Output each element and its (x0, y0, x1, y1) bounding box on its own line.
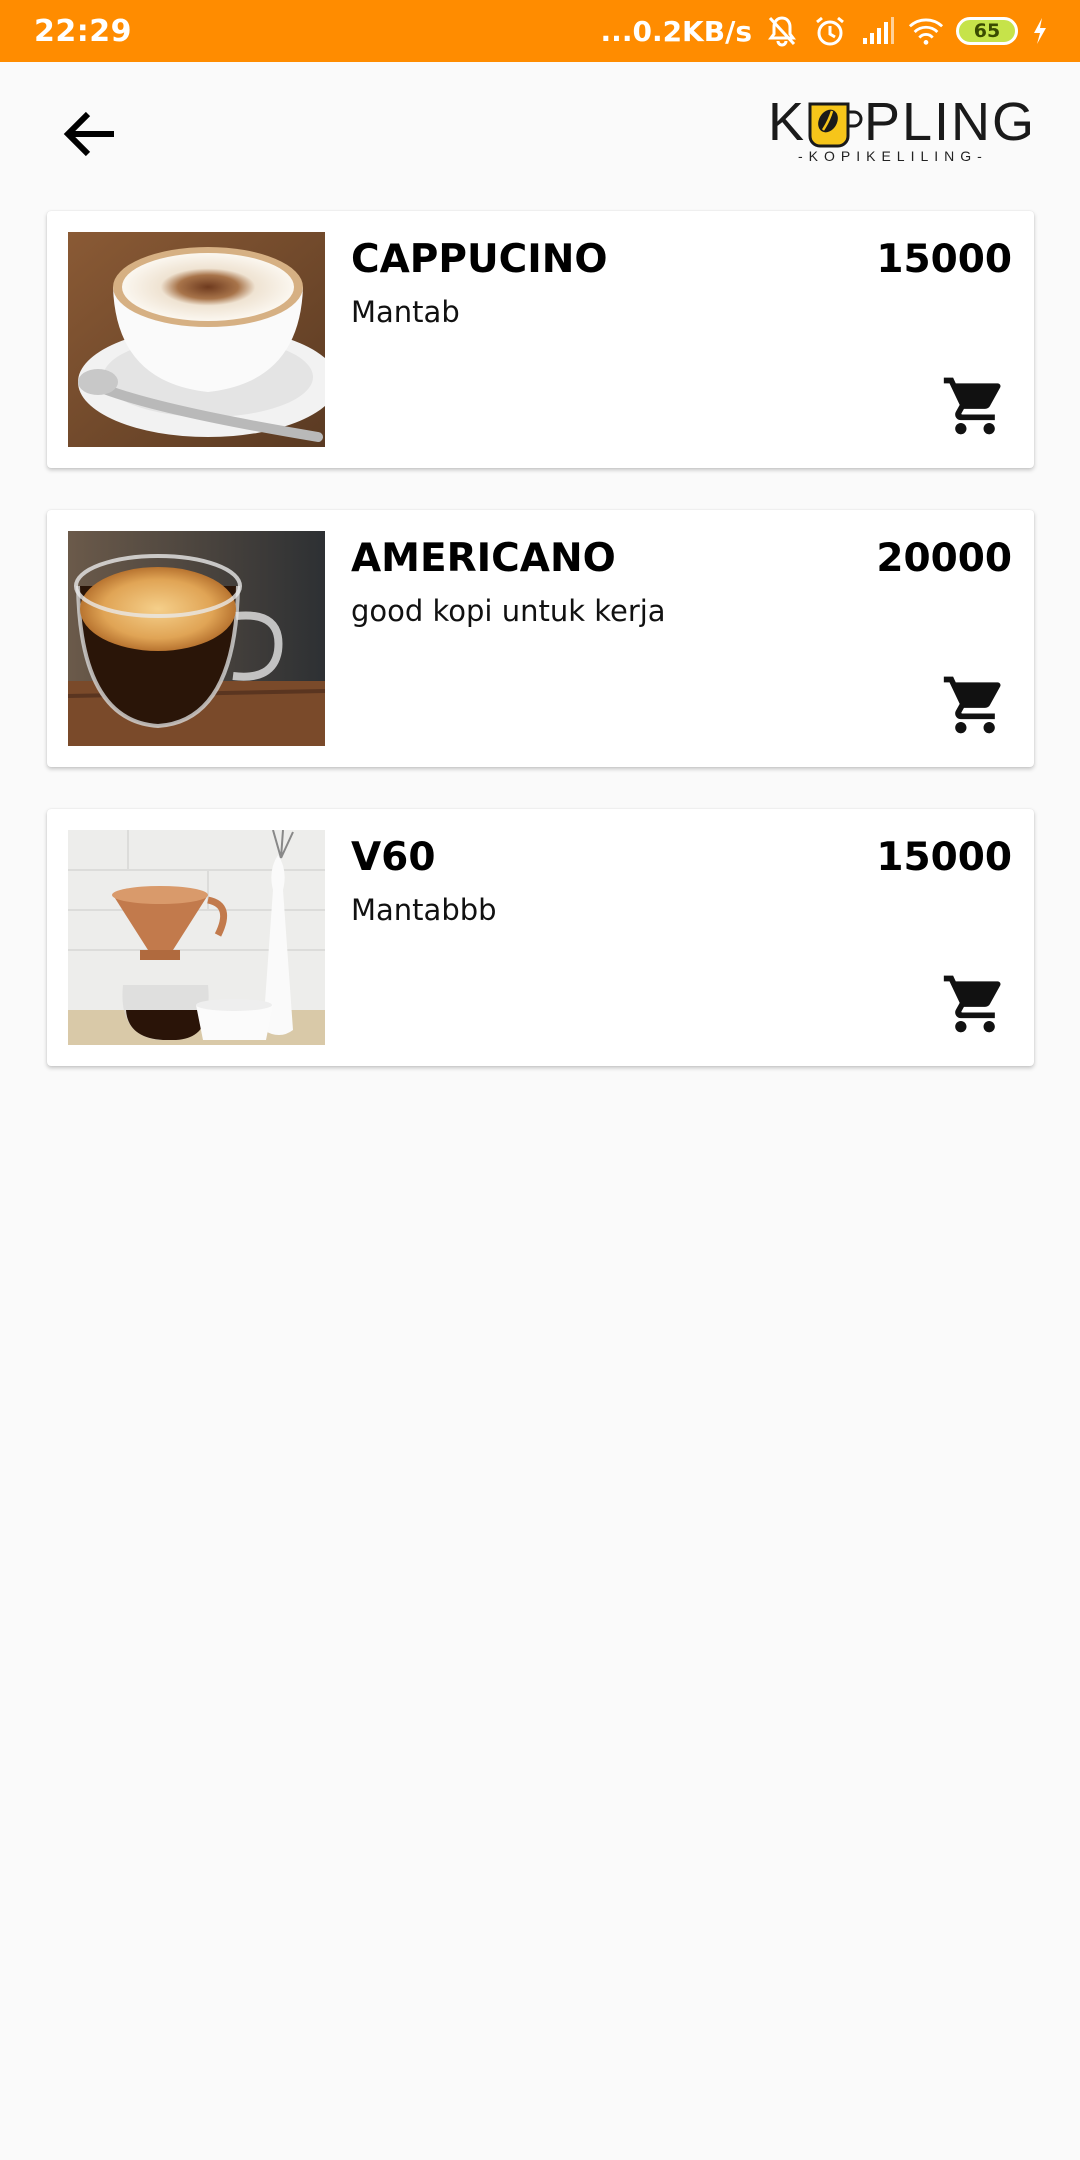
add-to-cart-button[interactable] (940, 371, 1010, 441)
cappuccino-photo (68, 232, 325, 447)
product-price: 20000 (876, 536, 1012, 581)
americano-photo (68, 531, 325, 746)
app-bar: K PLING -KOPIKELILING- (0, 62, 1080, 187)
status-icons: ...0.2KB/s 65 (601, 13, 1050, 49)
add-to-cart-button[interactable] (940, 670, 1010, 740)
logo-letter-k: K (768, 92, 807, 152)
coffee-cup-logo-icon (808, 102, 863, 148)
product-name: V60 (351, 835, 436, 880)
product-card[interactable]: AMERICANO good kopi untuk kerja 20000 (47, 510, 1034, 767)
product-price: 15000 (876, 237, 1012, 282)
add-to-cart-button[interactable] (940, 969, 1010, 1039)
network-speed: ...0.2KB/s (600, 14, 752, 48)
wifi-icon (908, 13, 944, 49)
kopling-logo: K PLING -KOPIKELILING- (768, 92, 1034, 164)
product-name: AMERICANO (351, 536, 616, 581)
back-button[interactable] (52, 96, 128, 172)
cart-icon (943, 676, 1001, 734)
logo-letters-pling: PLING (864, 92, 1037, 152)
product-description: Mantab (351, 295, 460, 329)
product-description: Mantabbb (351, 893, 497, 927)
alarm-icon (812, 13, 848, 49)
signal-icon (860, 13, 896, 49)
cart-icon (943, 975, 1001, 1033)
mute-bell-icon (764, 13, 800, 49)
product-card[interactable]: CAPPUCINO Mantab 15000 (47, 211, 1034, 468)
product-price: 15000 (876, 835, 1012, 880)
arrow-left-icon (63, 111, 114, 157)
v60-photo (68, 830, 325, 1045)
product-list: CAPPUCINO Mantab 15000 AMERICANO good ko… (47, 211, 1034, 1108)
battery-icon: 65 (956, 17, 1018, 45)
cart-icon (943, 377, 1001, 435)
status-time: 22:29 (34, 13, 132, 49)
product-name: CAPPUCINO (351, 237, 608, 282)
logo-subtitle: -KOPIKELILING- (798, 148, 988, 164)
charging-icon (1030, 13, 1050, 49)
product-description: good kopi untuk kerja (351, 594, 666, 628)
product-card[interactable]: V60 Mantabbb 15000 (47, 809, 1034, 1066)
status-bar: 22:29 ...0.2KB/s 65 (0, 0, 1080, 62)
